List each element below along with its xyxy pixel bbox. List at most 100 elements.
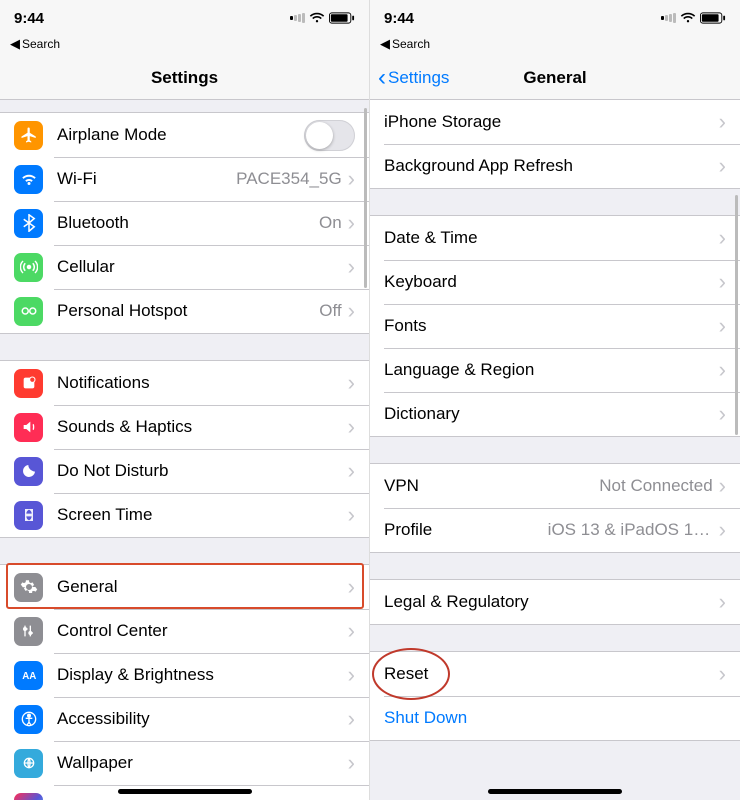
row-label: Dictionary bbox=[384, 404, 719, 424]
wifi-status-icon bbox=[680, 12, 696, 24]
row-iphone-storage[interactable]: iPhone Storage› bbox=[370, 100, 740, 144]
row-display-brightness[interactable]: AADisplay & Brightness› bbox=[0, 653, 369, 697]
row-control-center[interactable]: Control Center› bbox=[0, 609, 369, 653]
row-do-not-disturb[interactable]: Do Not Disturb› bbox=[0, 449, 369, 493]
chevron-right-icon: › bbox=[348, 460, 355, 482]
navbar-general: ‹ Settings General bbox=[370, 56, 740, 100]
row-label: Airplane Mode bbox=[57, 125, 304, 145]
row-label: VPN bbox=[384, 476, 599, 496]
screen-time-icon bbox=[14, 501, 43, 530]
row-label: Keyboard bbox=[384, 272, 719, 292]
row-label: Do Not Disturb bbox=[57, 461, 348, 481]
row-keyboard[interactable]: Keyboard› bbox=[370, 260, 740, 304]
row-legal-regulatory[interactable]: Legal & Regulatory› bbox=[370, 580, 740, 624]
home-indicator[interactable] bbox=[118, 789, 252, 794]
svg-text:AA: AA bbox=[22, 671, 36, 681]
chevron-right-icon: › bbox=[719, 271, 726, 293]
row-vpn[interactable]: VPNNot Connected› bbox=[370, 464, 740, 508]
battery-icon bbox=[700, 12, 726, 24]
row-accessibility[interactable]: Accessibility› bbox=[0, 697, 369, 741]
chevron-right-icon: › bbox=[348, 752, 355, 774]
signal-icon bbox=[661, 13, 676, 23]
chevron-right-icon: › bbox=[348, 416, 355, 438]
bluetooth-icon bbox=[14, 209, 43, 238]
row-notifications[interactable]: Notifications› bbox=[0, 361, 369, 405]
row-profile[interactable]: ProfileiOS 13 & iPadOS 13 Beta Software … bbox=[370, 508, 740, 552]
general-icon bbox=[14, 573, 43, 602]
general-screen: 9:44 ◀︎ Search ‹ Settings General iPhone… bbox=[370, 0, 740, 800]
row-shut-down[interactable]: Shut Down bbox=[370, 696, 740, 740]
back-to-search[interactable]: ◀︎ Search bbox=[0, 36, 369, 56]
row-label: Sounds & Haptics bbox=[57, 417, 348, 437]
row-label: General bbox=[57, 577, 348, 597]
chevron-right-icon: › bbox=[348, 708, 355, 730]
display-brightness-icon: AA bbox=[14, 661, 43, 690]
row-label: Wi-Fi bbox=[57, 169, 236, 189]
row-label: Reset bbox=[384, 664, 719, 684]
row-personal-hotspot[interactable]: Personal HotspotOff› bbox=[0, 289, 369, 333]
control-center-icon bbox=[14, 617, 43, 646]
chevron-right-icon: › bbox=[348, 576, 355, 598]
back-search-label: Search bbox=[22, 37, 60, 51]
row-label: Notifications bbox=[57, 373, 348, 393]
back-to-search[interactable]: ◀︎ Search bbox=[370, 36, 740, 56]
chevron-right-icon: › bbox=[348, 300, 355, 322]
scrollbar[interactable] bbox=[364, 108, 367, 288]
row-bluetooth[interactable]: BluetoothOn› bbox=[0, 201, 369, 245]
status-time: 9:44 bbox=[384, 10, 414, 27]
row-label: Control Center bbox=[57, 621, 348, 641]
back-button-label: Settings bbox=[388, 68, 449, 88]
personal-hotspot-icon bbox=[14, 297, 43, 326]
chevron-right-icon: › bbox=[719, 475, 726, 497]
row-reset[interactable]: Reset› bbox=[370, 652, 740, 696]
row-label: Date & Time bbox=[384, 228, 719, 248]
row-value: On bbox=[319, 213, 342, 233]
chevron-right-icon: › bbox=[348, 504, 355, 526]
battery-icon bbox=[329, 12, 355, 24]
chevron-right-icon: › bbox=[719, 227, 726, 249]
status-bar: 9:44 bbox=[0, 0, 369, 36]
list-group: Legal & Regulatory› bbox=[370, 579, 740, 625]
row-sounds-haptics[interactable]: Sounds & Haptics› bbox=[0, 405, 369, 449]
scrollbar[interactable] bbox=[735, 195, 738, 435]
row-cellular[interactable]: Cellular› bbox=[0, 245, 369, 289]
chevron-right-icon: › bbox=[348, 620, 355, 642]
row-label: Display & Brightness bbox=[57, 665, 348, 685]
back-search-label: Search bbox=[392, 37, 430, 51]
row-screen-time[interactable]: Screen Time› bbox=[0, 493, 369, 537]
toggle-switch[interactable] bbox=[304, 120, 355, 151]
row-dictionary[interactable]: Dictionary› bbox=[370, 392, 740, 436]
row-label: Screen Time bbox=[57, 505, 348, 525]
row-airplane-mode[interactable]: Airplane Mode bbox=[0, 113, 369, 157]
chevron-right-icon: › bbox=[348, 212, 355, 234]
chevron-right-icon: › bbox=[348, 168, 355, 190]
chevron-right-icon: › bbox=[719, 315, 726, 337]
row-value: PACE354_5G bbox=[236, 169, 342, 189]
cellular-icon bbox=[14, 253, 43, 282]
chevron-right-icon: › bbox=[348, 256, 355, 278]
wifi-status-icon bbox=[309, 12, 325, 24]
row-date-time[interactable]: Date & Time› bbox=[370, 216, 740, 260]
back-button[interactable]: ‹ Settings bbox=[378, 66, 449, 90]
row-fonts[interactable]: Fonts› bbox=[370, 304, 740, 348]
chevron-right-icon: › bbox=[348, 796, 355, 800]
row-wallpaper[interactable]: Wallpaper› bbox=[0, 741, 369, 785]
chevron-left-icon: ‹ bbox=[378, 66, 386, 90]
siri-icon bbox=[14, 793, 43, 800]
status-bar: 9:44 bbox=[370, 0, 740, 36]
list-group: Notifications›Sounds & Haptics›Do Not Di… bbox=[0, 360, 369, 538]
navbar-settings: Settings bbox=[0, 56, 369, 100]
row-wi-fi[interactable]: Wi-FiPACE354_5G › bbox=[0, 157, 369, 201]
home-indicator[interactable] bbox=[488, 789, 622, 794]
row-label: Fonts bbox=[384, 316, 719, 336]
row-language-region[interactable]: Language & Region› bbox=[370, 348, 740, 392]
list-group: General›Control Center›AADisplay & Brigh… bbox=[0, 564, 369, 800]
chevron-right-icon: › bbox=[719, 403, 726, 425]
row-background-app-refresh[interactable]: Background App Refresh› bbox=[370, 144, 740, 188]
signal-icon bbox=[290, 13, 305, 23]
caret-left-icon: ◀︎ bbox=[380, 36, 390, 52]
list-group: Date & Time›Keyboard›Fonts›Language & Re… bbox=[370, 215, 740, 437]
wifi-icon bbox=[14, 165, 43, 194]
wallpaper-icon bbox=[14, 749, 43, 778]
row-general[interactable]: General› bbox=[0, 565, 369, 609]
